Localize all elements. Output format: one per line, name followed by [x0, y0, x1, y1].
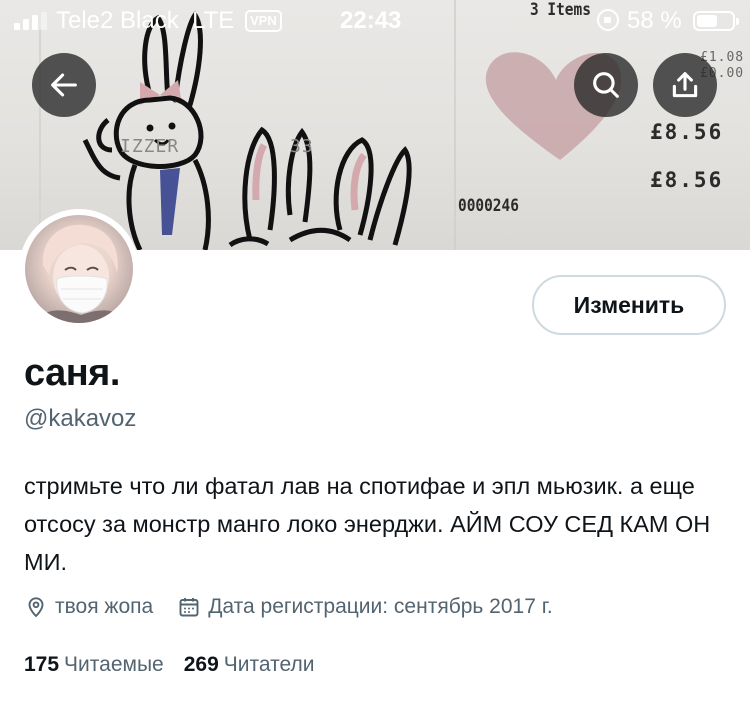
- banner-receipt-number: 0000246: [458, 196, 519, 216]
- join-date-item: Дата регистрации: сентябрь 2017 г.: [177, 595, 553, 619]
- arrow-left-icon: [51, 73, 77, 97]
- display-name: саня.: [24, 352, 120, 394]
- following-label: Читаемые: [64, 653, 164, 676]
- carrier-name: Tele2 Black LTE: [56, 7, 235, 34]
- followers-link[interactable]: 269 Читатели: [184, 653, 315, 677]
- location-text: твоя жопа: [55, 595, 154, 618]
- location-pin-icon: [28, 597, 44, 618]
- network-type: LTE: [192, 7, 235, 34]
- back-button[interactable]: [32, 53, 96, 117]
- join-date-text: Дата регистрации: сентябрь 2017 г.: [208, 595, 553, 618]
- search-icon: [593, 72, 619, 98]
- clock: 22:43: [340, 7, 402, 34]
- following-link[interactable]: 175 Читаемые: [24, 653, 164, 677]
- avatar[interactable]: [19, 209, 139, 329]
- avatar-portrait: [35, 224, 125, 323]
- status-bar: Tele2 Black LTE VPN 22:43 58 %: [0, 0, 750, 42]
- followers-label: Читатели: [223, 653, 315, 676]
- search-button[interactable]: [574, 53, 638, 117]
- battery-icon: [693, 11, 739, 31]
- avatar-photo: [25, 215, 133, 323]
- calendar-icon: [179, 598, 199, 617]
- banner-receipt-fragment: IZZER: [120, 136, 180, 157]
- profile-bio: стримьте что ли фатал лав на спотифае и …: [24, 473, 711, 575]
- followers-count: 269: [183, 653, 219, 676]
- share-icon: [672, 72, 698, 98]
- battery-percent: 58 %: [627, 7, 682, 34]
- following-count: 175: [24, 653, 60, 676]
- share-button[interactable]: [653, 53, 717, 117]
- profile-meta: твоя жопа Дата регистрации: сентябрь 201…: [24, 592, 577, 622]
- rotation-lock-icon: [597, 9, 619, 31]
- banner-receipt-total-1: £8.56: [650, 120, 724, 144]
- vpn-badge: VPN: [245, 10, 282, 32]
- username-handle: @kakavoz: [24, 405, 137, 432]
- follow-stats: 175 Читаемые 269 Читатели: [24, 650, 334, 680]
- edit-profile-button[interactable]: Изменить: [532, 275, 726, 335]
- banner-receipt-fragment-2: 33: [290, 136, 314, 157]
- battery-level: [697, 15, 717, 27]
- cellular-signal-icon: [14, 12, 48, 30]
- location-item: твоя жопа: [24, 595, 153, 619]
- banner-receipt-total-2: £8.56: [650, 168, 724, 192]
